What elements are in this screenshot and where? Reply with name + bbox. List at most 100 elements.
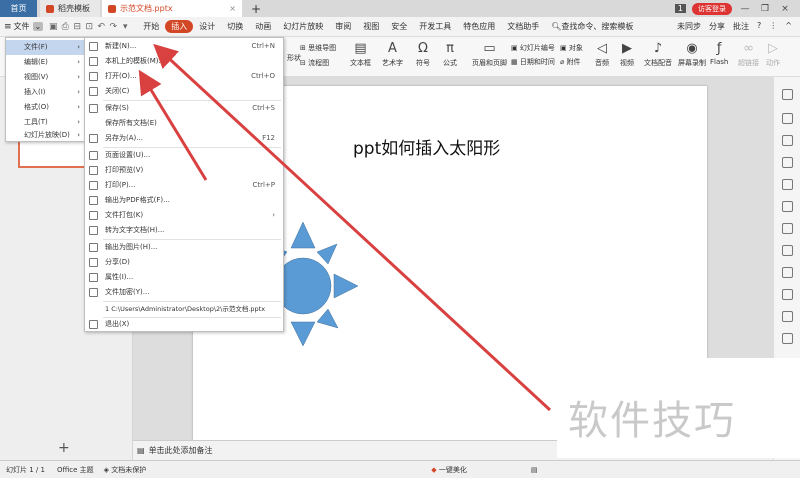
wordart-button[interactable]: A 艺术字	[382, 40, 403, 68]
save-icon[interactable]: ▣	[47, 22, 59, 32]
search-command[interactable]: 🔍︎查找命令、搜索模板	[551, 21, 633, 32]
sidebar-tool-icon-9[interactable]	[782, 267, 793, 278]
action-button[interactable]: ▷ 动作	[766, 40, 780, 68]
sidebar-tool-icon-7[interactable]	[782, 223, 793, 234]
menu-new[interactable]: 新建(N)... Ctrl+N	[85, 39, 283, 54]
sync-button[interactable]: 未同步	[677, 21, 701, 32]
tab-templates[interactable]: 稻壳模板	[40, 0, 100, 17]
sidebar-tool-icon-11[interactable]	[782, 311, 793, 322]
video-button[interactable]: ▶ 视频	[620, 40, 634, 68]
close-window-icon[interactable]: ×	[778, 4, 792, 14]
close-tab-icon[interactable]: ×	[229, 4, 236, 13]
normal-view-icon[interactable]: ▤	[531, 466, 538, 474]
mindmap-button[interactable]: ⊞ 思维导图	[300, 43, 336, 53]
flowchart-button[interactable]: ⊟ 流程图	[300, 58, 329, 68]
flash-button[interactable]: ƒ Flash	[710, 40, 728, 66]
menu-save-as[interactable]: 另存为(A)... F12	[85, 131, 283, 146]
theme-name[interactable]: Office 主题	[57, 465, 94, 475]
tab-design[interactable]: 设计	[193, 21, 221, 32]
minimize-icon[interactable]: —	[738, 4, 752, 14]
object-button[interactable]: ▣ 对象	[560, 43, 583, 53]
menu-close[interactable]: 关闭(C)	[85, 84, 283, 99]
notification-badge[interactable]: 1	[674, 4, 686, 13]
sidebar-tool-icon-2[interactable]	[782, 113, 793, 124]
menu-recent-file[interactable]: 1 C:\Users\Administrator\Desktop\2\示范文档.…	[85, 302, 283, 317]
sidebar-tool-icon-3[interactable]	[782, 135, 793, 146]
textbox-button[interactable]: ▤ 文本框	[350, 40, 371, 68]
tab-document[interactable]: 示范文档.pptx ×	[102, 0, 242, 17]
sidebar-tool-icon-12[interactable]	[782, 333, 793, 344]
collapse-ribbon-icon[interactable]: ^	[785, 21, 792, 32]
tab-security[interactable]: 安全	[385, 21, 413, 32]
menu-local-templates[interactable]: 本机上的模板(M)...	[85, 54, 283, 69]
menu-share[interactable]: 分享(D)	[85, 255, 283, 270]
audio-button[interactable]: ◁ 音频	[595, 40, 609, 68]
menu-save-all[interactable]: 保存所有文档(E)	[85, 116, 283, 131]
file-menu-button[interactable]: ≡ 文件 ⌄	[0, 21, 47, 32]
slide-number-button[interactable]: ▣ 幻灯片编号	[511, 43, 555, 53]
tab-review[interactable]: 审阅	[329, 21, 357, 32]
menu-item-view[interactable]: 视图(V) ›	[6, 70, 84, 85]
add-slide-button[interactable]: +	[58, 440, 70, 456]
menu-exit[interactable]: 退出(X)	[85, 317, 283, 332]
attachment-button[interactable]: ⌀ 附件	[560, 57, 580, 67]
menu-properties[interactable]: 属性(I)...	[85, 270, 283, 285]
maximize-icon[interactable]: ❐	[758, 4, 772, 14]
header-footer-button[interactable]: ▭ 页眉和页脚	[472, 40, 507, 68]
menu-item-tools[interactable]: 工具(T) ›	[6, 115, 84, 130]
tab-insert[interactable]: 插入	[165, 20, 194, 33]
tab-animation[interactable]: 动画	[249, 21, 277, 32]
menu-item-format[interactable]: 格式(O) ›	[6, 100, 84, 115]
menu-item-insert[interactable]: 插入(I) ›	[6, 85, 84, 100]
menu-save[interactable]: 保存(S) Ctrl+S	[85, 101, 283, 116]
slide-title[interactable]: ppt如何插入太阳形	[353, 134, 500, 159]
export-icon[interactable]: ⎙	[59, 22, 71, 32]
menu-page-setup[interactable]: 页面设置(U)...	[85, 148, 283, 163]
menu-encrypt[interactable]: 文件加密(Y)...	[85, 285, 283, 300]
symbol-button[interactable]: Ω 符号	[416, 40, 430, 68]
menu-export-pdf[interactable]: 输出为PDF格式(F)...	[85, 193, 283, 208]
menu-item-slideshow[interactable]: 幻灯片放映(D) ›	[6, 130, 84, 143]
formula-button[interactable]: π 公式	[443, 40, 457, 68]
new-tab-button[interactable]: +	[246, 0, 266, 17]
preview-icon[interactable]: ⊡	[83, 22, 95, 32]
tab-transition[interactable]: 切换	[221, 21, 249, 32]
menu-item-file[interactable]: 文件(F) ›	[6, 40, 84, 55]
tab-start[interactable]: 开始	[137, 21, 165, 32]
sidebar-tool-icon-8[interactable]	[782, 245, 793, 256]
beautify-button[interactable]: ◆ 一键美化	[431, 465, 467, 475]
share-button[interactable]: 分享	[709, 21, 725, 32]
redo-icon[interactable]: ↷	[107, 22, 119, 32]
chevron-down-icon[interactable]: ⌄	[32, 22, 44, 31]
undo-icon[interactable]: ↶	[95, 22, 107, 32]
protect-status[interactable]: ◈ 文档未保护	[104, 465, 147, 475]
menu-export-image[interactable]: 输出为图片(H)...	[85, 240, 283, 255]
menu-print-preview[interactable]: 打印预览(V)	[85, 163, 283, 178]
sidebar-tool-icon-5[interactable]	[782, 179, 793, 190]
menu-item-edit[interactable]: 编辑(E) ›	[6, 55, 84, 70]
customize-icon[interactable]: ▾	[119, 22, 131, 32]
menu-open[interactable]: 打开(O)... Ctrl+O	[85, 69, 283, 84]
help-icon[interactable]: ?	[757, 21, 761, 32]
visitor-login-button[interactable]: 访客登录	[692, 2, 732, 15]
sidebar-tool-icon-10[interactable]	[782, 289, 793, 300]
tab-developer[interactable]: 开发工具	[413, 21, 457, 32]
sidebar-tool-icon-1[interactable]	[782, 89, 793, 100]
sidebar-tool-icon-4[interactable]	[782, 157, 793, 168]
tab-home[interactable]: 首页	[0, 0, 37, 17]
menu-package[interactable]: 文件打包(K) ›	[85, 208, 283, 223]
shapes-label[interactable]: 形状	[287, 53, 301, 63]
tab-slideshow[interactable]: 幻灯片放映	[277, 21, 329, 32]
tab-doc-assistant[interactable]: 文档助手	[501, 21, 545, 32]
screen-record-button[interactable]: ◉ 屏幕录制	[678, 40, 706, 68]
print-icon[interactable]: ⊟	[71, 22, 83, 32]
tab-features[interactable]: 特色应用	[457, 21, 501, 32]
more-icon[interactable]: ⋮	[769, 21, 777, 32]
menu-print[interactable]: 打印(P)... Ctrl+P	[85, 178, 283, 193]
menu-to-text[interactable]: 转为文字文档(H)...	[85, 223, 283, 238]
sidebar-tool-icon-6[interactable]	[782, 201, 793, 212]
doc-audio-button[interactable]: ♪ 文档配音	[644, 40, 672, 68]
datetime-button[interactable]: ▦ 日期和时间	[511, 57, 555, 67]
comment-button[interactable]: 批注	[733, 21, 749, 32]
hyperlink-button[interactable]: ∞ 超链接	[738, 40, 759, 68]
